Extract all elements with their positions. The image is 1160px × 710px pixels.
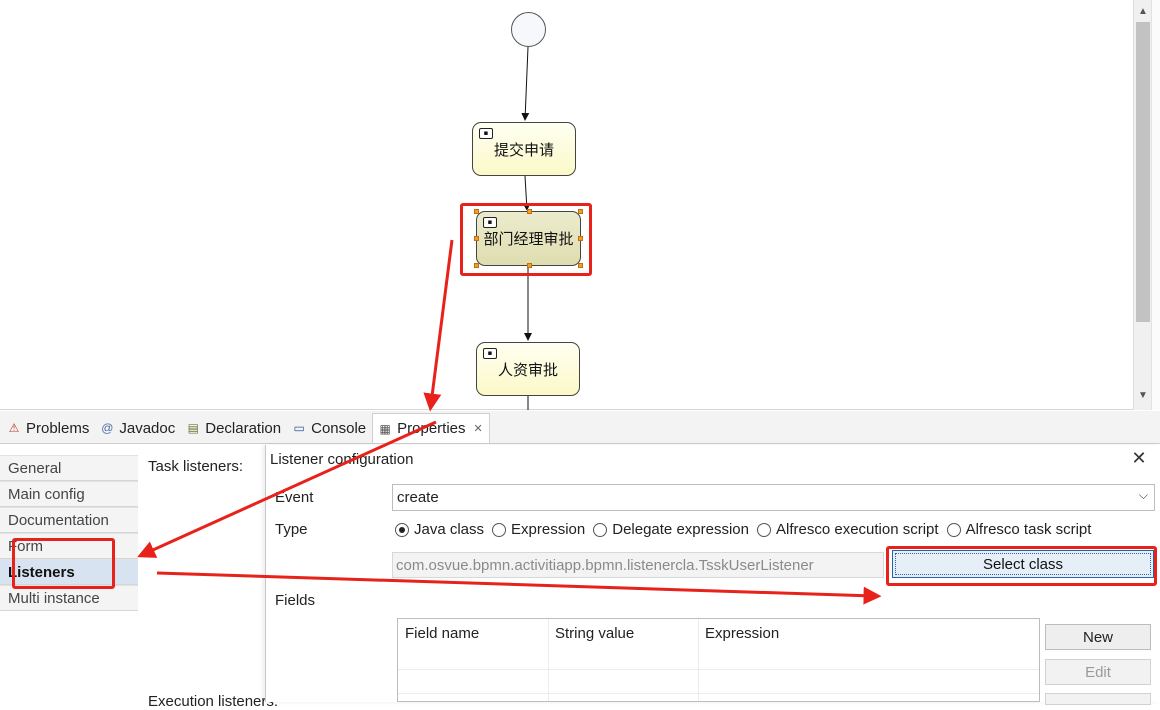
annotation-arrows: [137, 239, 882, 605]
arrow-task-to-properties: [423, 239, 454, 412]
arrow-properties-to-listeners: [137, 420, 437, 558]
arrow-listeners-to-select-class: [156, 571, 882, 605]
